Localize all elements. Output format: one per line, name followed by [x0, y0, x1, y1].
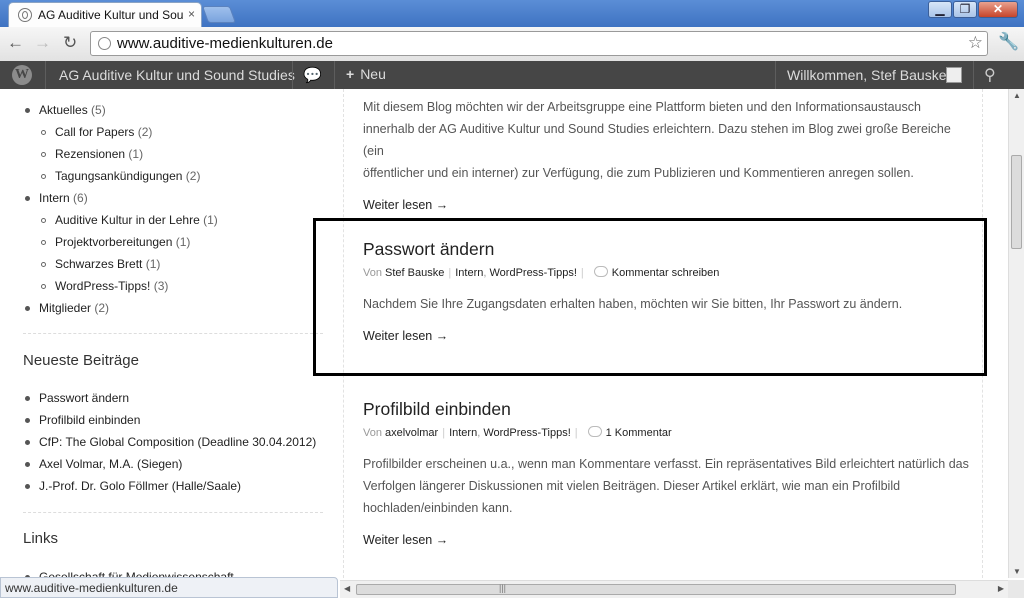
comments-link[interactable]: 1 Kommentar [606, 427, 672, 439]
browser-toolbar: ← → ↻ www.auditive-medienkulturen.de ☆ [0, 27, 1024, 62]
divider [45, 61, 46, 89]
recent-post-link[interactable]: J.-Prof. Dr. Golo Föllmer (Halle/Saale) [39, 479, 241, 493]
post-excerpt-line: öffentlicher und ein interner) zur Verfü… [363, 166, 914, 180]
address-bar[interactable]: www.auditive-medienkulturen.de ☆ [90, 31, 988, 56]
recent-post-link[interactable]: Passwort ändern [39, 391, 129, 405]
post-title[interactable]: Profilbild einbinden [363, 399, 973, 420]
post-excerpt-line: Profilbilder erscheinen u.a., wenn man K… [363, 457, 969, 471]
scrollbar-thumb[interactable]: ||| [356, 583, 956, 595]
post-excerpt-line: Mit diesem Blog möchten wir der Arbeitsg… [363, 100, 921, 114]
close-window-button[interactable]: ✕ [978, 1, 1018, 18]
read-more-link[interactable]: Weiter lesen → [363, 533, 973, 547]
globe-icon [98, 37, 111, 50]
divider [23, 333, 323, 334]
post-excerpt-line: Verfolgen längerer Diskussionen mit viel… [363, 479, 901, 493]
post-excerpt-line: innerhalb der AG Auditive Kultur und Sou… [363, 122, 951, 158]
bookmark-star-icon[interactable]: ☆ [968, 33, 983, 53]
divider [775, 61, 776, 89]
divider [23, 512, 323, 513]
minimize-button[interactable]: ▁ [928, 1, 952, 18]
wrench-icon[interactable]: 🔧 [998, 32, 1019, 52]
highlight-annotation-box [313, 218, 987, 376]
category-link[interactable]: Auditive Kultur in der Lehre [55, 213, 200, 227]
browser-tab-active[interactable]: AG Auditive Kultur und Sou × [8, 2, 202, 27]
scrollbar-thumb[interactable] [1011, 155, 1022, 249]
divider [973, 61, 974, 89]
close-tab-icon[interactable]: × [188, 7, 195, 21]
plus-icon: + [346, 66, 355, 82]
new-tab-button[interactable] [201, 6, 237, 23]
comment-bubble-icon[interactable]: 💬 [303, 66, 322, 84]
links-title: Links [23, 530, 59, 547]
scroll-down-icon[interactable]: ▼ [1013, 567, 1021, 576]
new-label: Neu [360, 66, 386, 82]
category-link[interactable]: Intern [39, 191, 70, 205]
category-link[interactable]: WordPress-Tipps! [55, 279, 150, 293]
search-icon[interactable]: ⚲ [984, 65, 996, 85]
admin-bar-my-account[interactable]: Willkommen, Stef Bauske [787, 67, 947, 83]
page-content: Aktuelles (5) Call for Papers (2) Rezens… [0, 89, 1008, 578]
category-link[interactable]: Schwarzes Brett [55, 257, 142, 271]
forward-arrow-icon[interactable]: → [34, 33, 51, 53]
recent-post-link[interactable]: Profilbild einbinden [39, 413, 140, 427]
category-link[interactable]: WordPress-Tipps! [483, 427, 570, 439]
category-link[interactable]: Rezensionen [55, 147, 125, 161]
scroll-right-icon[interactable]: ▶ [998, 584, 1004, 593]
globe-icon [18, 8, 32, 22]
category-link[interactable]: Tagungsankündigungen [55, 169, 182, 183]
scrollbar-corner [1008, 580, 1024, 598]
category-link[interactable]: Mitglieder [39, 301, 91, 315]
scroll-up-icon[interactable]: ▲ [1013, 91, 1021, 100]
back-arrow-icon[interactable]: ← [7, 33, 24, 53]
status-bar: www.auditive-medienkulturen.de [0, 577, 338, 598]
maximize-button[interactable]: ❐ [953, 1, 977, 18]
scroll-left-icon[interactable]: ◀ [344, 584, 350, 593]
divider [292, 61, 293, 89]
category-link[interactable]: Aktuelles [39, 103, 88, 117]
recent-post-link[interactable]: Axel Volmar, M.A. (Siegen) [39, 457, 182, 471]
category-link[interactable]: Call for Papers [55, 125, 134, 139]
tab-strip: AG Auditive Kultur und Sou × ▁ ❐ ✕ [0, 0, 1024, 27]
address-url[interactable]: www.auditive-medienkulturen.de [117, 35, 333, 52]
category-link[interactable]: Intern [449, 427, 477, 439]
post-excerpt-welcome: Mit diesem Blog möchten wir der Arbeitsg… [363, 96, 973, 212]
post-profilbild-einbinden: Profilbild einbinden Von axelvolmar | Inte… [363, 399, 973, 547]
category-link[interactable]: Projektvorbereitungen [55, 235, 172, 249]
vertical-scrollbar[interactable]: ▲ ▼ [1008, 89, 1024, 578]
author-link[interactable]: axelvolmar [385, 427, 438, 439]
divider [334, 61, 335, 89]
recent-post-link[interactable]: CfP: The Global Composition (Deadline 30… [39, 435, 316, 449]
grip-icon: ||| [499, 583, 507, 593]
avatar[interactable] [946, 67, 962, 83]
read-more-link[interactable]: Weiter lesen → [363, 198, 973, 212]
horizontal-scrollbar[interactable]: ◀ ||| ▶ [340, 580, 1008, 598]
wp-admin-bar: W AG Auditive Kultur und Sound Studies 💬… [0, 61, 1024, 89]
comment-bubble-icon [587, 426, 602, 437]
reload-icon[interactable]: ↻ [63, 33, 77, 53]
tab-title: AG Auditive Kultur und Sou [38, 8, 184, 22]
admin-bar-site-name[interactable]: AG Auditive Kultur und Sound Studies [59, 67, 295, 83]
post-meta: Von axelvolmar | Intern, WordPress-Tipps! |… [363, 426, 672, 439]
wordpress-logo-icon[interactable]: W [12, 65, 32, 85]
post-excerpt-line: hochladen/einbinden kann. [363, 501, 513, 515]
admin-bar-new-button[interactable]: + Neu [346, 66, 386, 82]
recent-posts-title: Neueste Beiträge [23, 352, 139, 369]
